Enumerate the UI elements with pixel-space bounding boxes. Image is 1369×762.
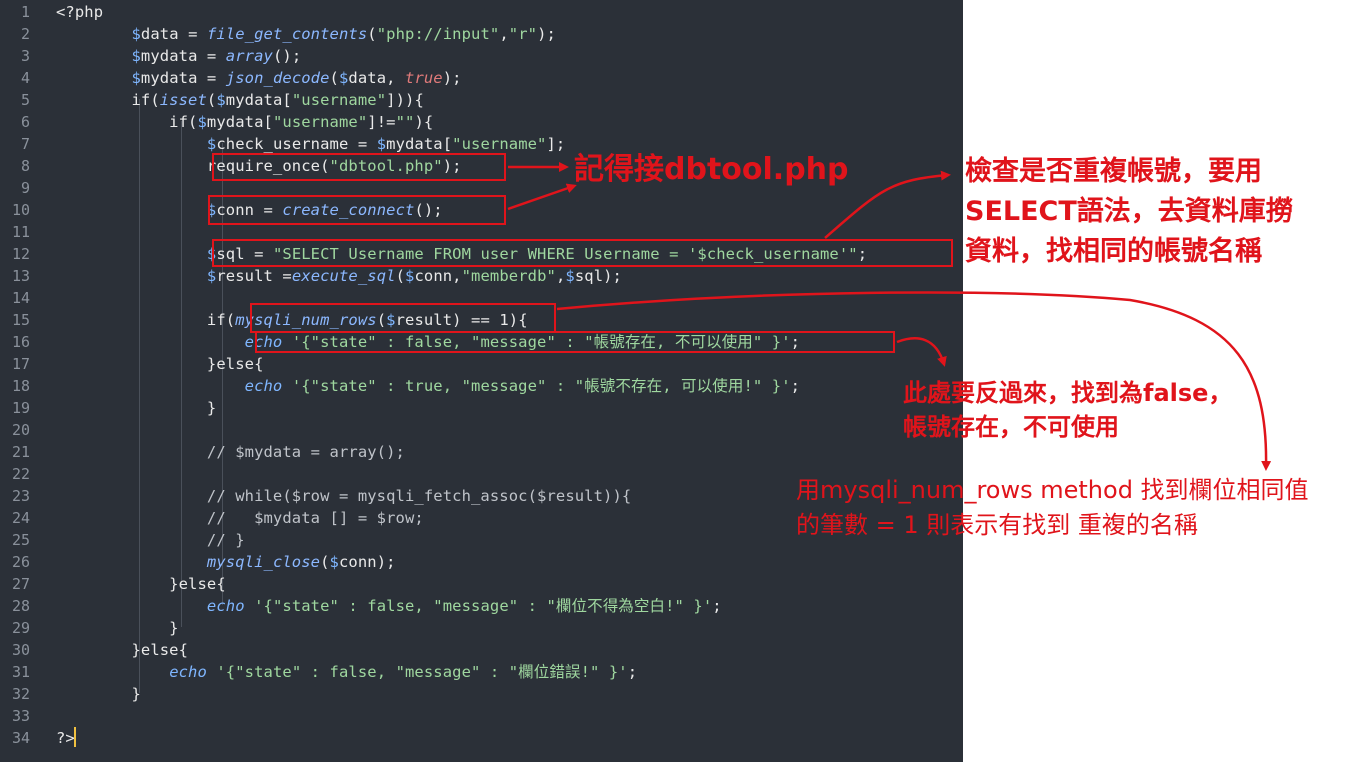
arrow-num-rows [556, 291, 1272, 471]
arrow-echo [896, 337, 947, 367]
arrow-connect [507, 183, 577, 211]
annotation-arrows [507, 162, 1272, 471]
arrow-sql [824, 170, 951, 239]
